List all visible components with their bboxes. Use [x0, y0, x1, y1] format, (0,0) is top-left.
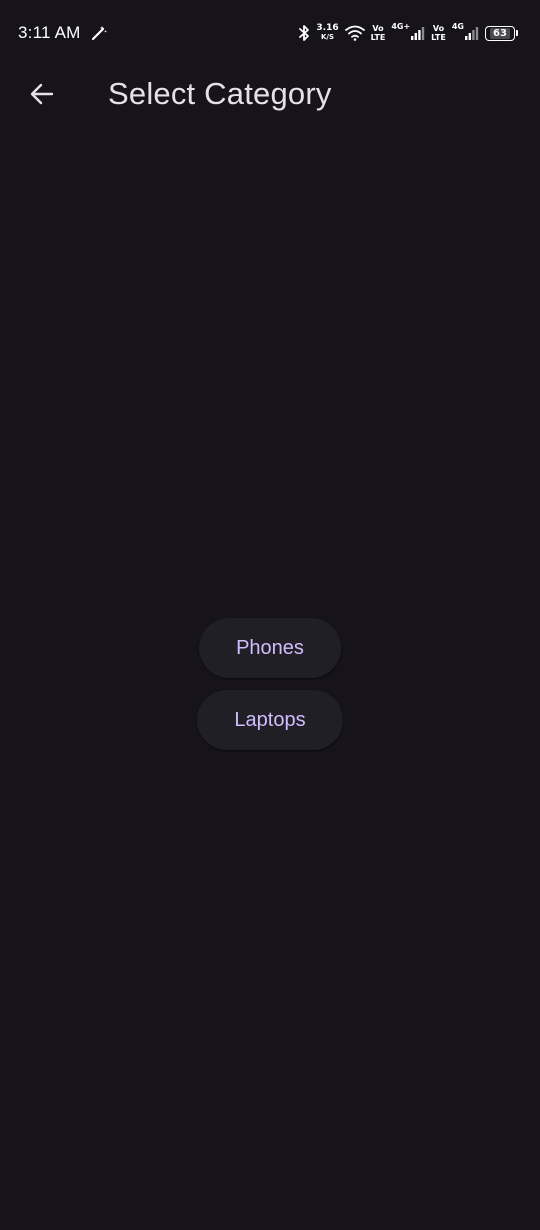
- sim2-signal: 4G: [452, 22, 479, 40]
- battery-icon: 63: [485, 25, 518, 41]
- status-icons: 3.16 K/S Vo LTE 4G+ Vo LTE 4G 63: [298, 22, 518, 44]
- page-title: Select Category: [108, 76, 332, 111]
- sim1-volte-label: Vo LTE: [371, 24, 386, 42]
- network-speed-unit: K/S: [320, 33, 335, 41]
- status-bar: 3:11 AM 3.16 K/S Vo LTE 4G+ Vo LTE 4G 63: [0, 0, 540, 66]
- arrow-back-icon: [28, 80, 56, 113]
- category-button-laptops[interactable]: Laptops: [197, 690, 343, 750]
- sim2-volte-label: Vo LTE: [431, 24, 446, 42]
- status-time: 3:11 AM: [18, 23, 81, 42]
- back-button[interactable]: [18, 72, 66, 120]
- top-app-bar: Select Category: [0, 66, 540, 126]
- battery-level: 63: [490, 27, 510, 39]
- category-button-phones[interactable]: Phones: [199, 618, 341, 678]
- sim2-volte-top: Vo: [432, 24, 445, 33]
- bluetooth-icon: [298, 24, 310, 42]
- sim1-volte-bottom: LTE: [370, 33, 386, 42]
- sim1-signal: 4G+: [391, 22, 425, 40]
- wifi-icon: [344, 25, 365, 41]
- battery-tip: [516, 30, 518, 36]
- network-speed-value: 3.16: [316, 23, 339, 33]
- sim1-network-type: 4G+: [391, 22, 411, 31]
- signal-icon: [411, 27, 425, 40]
- sim2-network-type: 4G: [451, 22, 464, 31]
- edit-icon: [90, 24, 108, 42]
- signal-icon: [465, 27, 479, 40]
- sim2-volte-bottom: LTE: [431, 33, 446, 42]
- sim1-volte-top: Vo: [372, 24, 384, 33]
- network-speed: 3.16 K/S: [316, 24, 338, 42]
- battery-body: 63: [485, 25, 515, 41]
- category-list: Phones Laptops: [0, 618, 540, 750]
